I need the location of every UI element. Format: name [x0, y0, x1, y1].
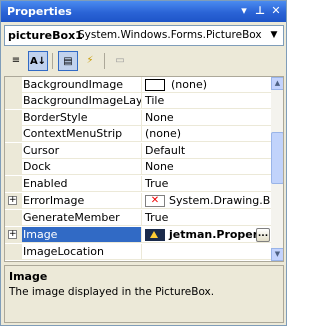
- chevron-down-icon[interactable]: ▼: [266, 27, 282, 44]
- properties-toolbar: ≡ A↓ ▤ ⚡ ▭: [4, 49, 284, 74]
- property-value[interactable]: None: [142, 110, 271, 126]
- error-image-icon: ✕: [145, 195, 165, 207]
- expand-icon[interactable]: +: [8, 196, 17, 205]
- object-name: pictureBox1: [8, 29, 83, 42]
- property-row[interactable]: Cursor Default: [5, 143, 271, 159]
- property-name: BackgroundImage: [22, 77, 142, 93]
- scroll-down-icon[interactable]: ▼: [271, 248, 283, 261]
- property-row-selected[interactable]: + Image jetman.Proper...: [5, 227, 271, 243]
- description-title: Image: [9, 270, 48, 283]
- property-row[interactable]: BackgroundImage (none): [5, 77, 271, 93]
- property-row[interactable]: BorderStyle None: [5, 110, 271, 126]
- title-bar[interactable]: Properties ▾ ⊥ ✕: [1, 1, 286, 22]
- property-name: GenerateMember: [22, 210, 142, 226]
- property-row[interactable]: BackgroundImageLayout Tile: [5, 93, 271, 109]
- property-name: Enabled: [22, 176, 142, 192]
- scrollbar-thumb[interactable]: [271, 132, 283, 184]
- property-value[interactable]: True: [142, 210, 271, 226]
- toolbar-separator: [52, 53, 53, 69]
- property-value[interactable]: True: [142, 176, 271, 192]
- window-title: Properties: [7, 5, 72, 18]
- property-row[interactable]: + ErrorImage ✕System.Drawing.Bitm: [5, 193, 271, 209]
- image-swatch-icon: [145, 79, 165, 91]
- property-name: ImageLocation: [22, 244, 142, 260]
- property-name: ErrorImage: [22, 193, 142, 209]
- property-row[interactable]: ContextMenuStrip (none): [5, 126, 271, 142]
- property-name: Cursor: [22, 143, 142, 159]
- description-text: The image displayed in the PictureBox.: [9, 286, 215, 298]
- toolbar-separator: [104, 53, 105, 69]
- alphabetical-button[interactable]: A↓: [28, 51, 48, 71]
- property-value[interactable]: [142, 244, 271, 260]
- property-value[interactable]: None: [142, 159, 271, 175]
- object-type: System.Windows.Forms.PictureBox: [78, 29, 262, 41]
- property-value[interactable]: (none): [142, 126, 271, 142]
- property-row[interactable]: Dock None: [5, 159, 271, 175]
- property-name: BorderStyle: [22, 110, 142, 126]
- property-row[interactable]: Enabled True: [5, 176, 271, 192]
- property-value[interactable]: ✕System.Drawing.Bitm: [142, 193, 271, 209]
- window-position-dropdown-icon[interactable]: ▾: [237, 4, 251, 18]
- events-button[interactable]: ⚡: [80, 51, 100, 71]
- property-name: Dock: [22, 159, 142, 175]
- property-value[interactable]: jetman.Proper...: [142, 227, 271, 243]
- properties-button[interactable]: ▤: [58, 51, 78, 71]
- image-thumbnail-icon: [145, 229, 165, 241]
- property-name: Image: [22, 227, 142, 243]
- property-row[interactable]: ImageLocation: [5, 244, 271, 260]
- property-value[interactable]: (none): [142, 77, 271, 93]
- property-pages-button[interactable]: ▭: [110, 51, 130, 71]
- properties-window: Properties ▾ ⊥ ✕ pictureBox1 System.Wind…: [0, 0, 287, 326]
- close-icon[interactable]: ✕: [269, 4, 283, 18]
- property-value[interactable]: Default: [142, 143, 271, 159]
- vertical-scrollbar[interactable]: ▲ ▼: [271, 77, 283, 261]
- description-pane: Image The image displayed in the Picture…: [4, 265, 284, 323]
- expand-icon[interactable]: +: [8, 230, 17, 239]
- object-selector[interactable]: pictureBox1 System.Windows.Forms.Picture…: [4, 25, 284, 46]
- property-name: BackgroundImageLayout: [22, 93, 142, 109]
- pin-icon[interactable]: ⊥: [253, 4, 267, 18]
- scroll-up-icon[interactable]: ▲: [271, 77, 283, 90]
- property-value[interactable]: Tile: [142, 93, 271, 109]
- property-name: ContextMenuStrip: [22, 126, 142, 142]
- ellipsis-button[interactable]: ...: [256, 228, 270, 242]
- property-row[interactable]: GenerateMember True: [5, 210, 271, 226]
- property-grid: BackgroundImage (none) BackgroundImageLa…: [4, 76, 284, 262]
- categorized-button[interactable]: ≡: [6, 51, 26, 71]
